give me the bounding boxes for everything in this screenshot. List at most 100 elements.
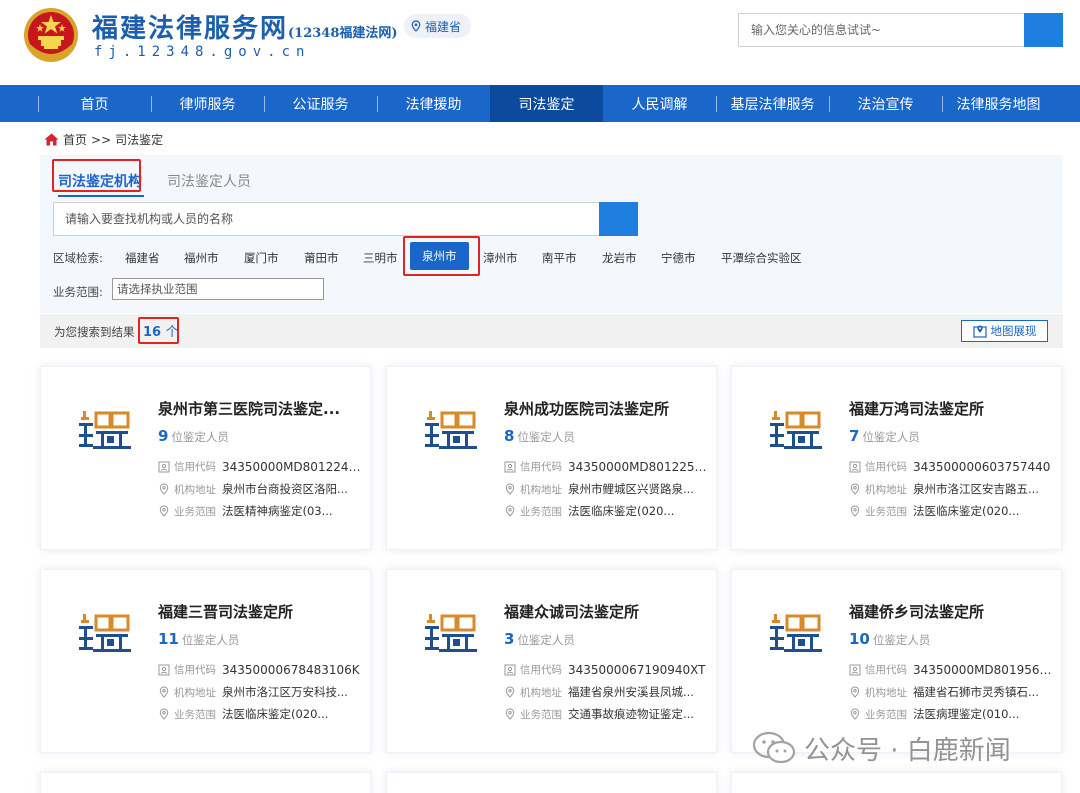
site-search-input[interactable] (739, 14, 1025, 46)
region-option-longyan[interactable]: 龙岩市 (602, 250, 637, 266)
nav-item-home[interactable]: 首页 (38, 85, 151, 122)
scope-value: 法医临床鉴定(020... (913, 504, 1020, 518)
id-card-icon (504, 461, 516, 472)
appraisal-logo-icon (79, 612, 133, 654)
address-value: 福建省石狮市灵秀镇石... (913, 685, 1039, 699)
credit-code-row: 信用代码 34350000678483106K (158, 662, 362, 677)
wechat-icon (752, 731, 796, 764)
scope-row: 业务范围 法医病理鉴定(010... (849, 706, 1053, 722)
org-search-input[interactable] (54, 203, 599, 235)
address-label: 机构地址 (520, 686, 562, 699)
region-option-fujian[interactable]: 福建省 (125, 250, 160, 266)
nav-item-mediation[interactable]: 人民调解 (603, 85, 716, 122)
institution-card-partial[interactable] (731, 772, 1062, 793)
institution-card[interactable]: 福建万鸿司法鉴定所 7 位鉴定人员 信用代码 343500000603757440… (731, 366, 1062, 550)
site-url: fj.12348.gov.cn (94, 44, 311, 60)
institution-card-partial[interactable] (40, 772, 371, 793)
scope-value: 法医临床鉴定(020... (568, 504, 675, 518)
site-title[interactable]: 福建法律服务网(12348福建法网) (92, 8, 398, 45)
credit-code-row: 信用代码 3435000067190940XT (504, 662, 708, 677)
main-nav: 首页 律师服务 公证服务 法律援助 司法鉴定 人民调解 基层法律服务 法治宣传 … (0, 85, 1080, 122)
institution-name[interactable]: 泉州市第三医院司法鉴定... (158, 398, 358, 419)
location-pin-icon (505, 505, 515, 517)
staff-count-number: 9 (158, 427, 169, 445)
scope-row: 业务范围 法医临床鉴定(020... (158, 706, 362, 722)
nav-item-judicial-appraisal[interactable]: 司法鉴定 (490, 85, 603, 122)
staff-count-number: 11 (158, 630, 179, 648)
credit-code-value: 34350000MD8012257G (568, 459, 708, 474)
result-prefix: 为您搜索到结果 (54, 325, 135, 339)
scope-row: 业务范围 法医临床鉴定(020... (849, 503, 1053, 519)
location-pin-icon (159, 483, 169, 495)
address-label: 机构地址 (520, 483, 562, 496)
nav-item-lawyer[interactable]: 律师服务 (151, 85, 264, 122)
scope-row: 业务范围 交通事故痕迹物证鉴定... (504, 706, 708, 722)
region-filter-label: 区域检索: (53, 251, 103, 265)
nav-item-legal-aid[interactable]: 法律援助 (377, 85, 490, 122)
institution-card[interactable]: 泉州市第三医院司法鉴定... 9 位鉴定人员 信用代码 34350000MD801… (40, 366, 371, 550)
institution-name[interactable]: 福建众诚司法鉴定所 (504, 601, 704, 622)
region-option-pingtan[interactable]: 平潭综合实验区 (721, 250, 802, 266)
scope-value: 法医精神病鉴定(03... (222, 504, 333, 518)
staff-count-suffix: 位鉴定人员 (872, 633, 931, 647)
map-view-label: 地图展现 (990, 324, 1037, 338)
scope-value: 法医病理鉴定(010... (913, 707, 1020, 721)
scope-label: 业务范围 (174, 708, 216, 721)
scope-select-input[interactable] (112, 278, 324, 300)
region-option-ningde[interactable]: 宁德市 (661, 250, 696, 266)
site-title-sub: (12348福建法网) (288, 26, 398, 41)
nav-item-publicity[interactable]: 法治宣传 (829, 85, 942, 122)
appraisal-logo-icon (425, 409, 479, 451)
address-row: 机构地址 泉州市洛江区万安科技... (158, 684, 362, 700)
region-option-putian[interactable]: 莆田市 (304, 250, 339, 266)
id-card-icon (849, 461, 861, 472)
region-option-sanming[interactable]: 三明市 (363, 250, 398, 266)
nav-item-grassroots-service[interactable]: 基层法律服务 (716, 85, 829, 122)
id-card-icon (158, 664, 170, 675)
org-search-button[interactable] (599, 202, 638, 236)
appraisal-logo-icon (770, 409, 824, 451)
institution-card[interactable]: 福建三晋司法鉴定所 11 位鉴定人员 信用代码 34350000678483106… (40, 569, 371, 753)
credit-code-label: 信用代码 (865, 461, 907, 473)
nav-item-notary[interactable]: 公证服务 (264, 85, 377, 122)
address-label: 机构地址 (865, 686, 907, 699)
scope-label: 业务范围 (520, 505, 562, 518)
region-option-zhangzhou[interactable]: 漳州市 (483, 250, 518, 266)
address-row: 机构地址 福建省泉州安溪县凤城... (504, 684, 708, 700)
site-header: 福建法律服务网(12348福建法网) fj.12348.gov.cn 福建省 (0, 0, 1080, 85)
region-option-fuzhou[interactable]: 福州市 (184, 250, 219, 266)
tab-appraisal-personnel[interactable]: 司法鉴定人员 (167, 171, 251, 191)
home-icon[interactable] (44, 133, 59, 146)
institution-name[interactable]: 福建三晋司法鉴定所 (158, 601, 358, 622)
address-row: 机构地址 福建省石狮市灵秀镇石... (849, 684, 1053, 700)
institution-name[interactable]: 泉州成功医院司法鉴定所 (504, 398, 704, 419)
address-row: 机构地址 泉州市洛江区安吉路五... (849, 481, 1053, 497)
tab-appraisal-institutions[interactable]: 司法鉴定机构 (58, 171, 144, 197)
national-emblem-icon[interactable] (22, 6, 80, 64)
site-search-button[interactable] (1024, 13, 1063, 47)
institution-name[interactable]: 福建侨乡司法鉴定所 (849, 601, 1049, 622)
region-selector[interactable]: 福建省 (404, 14, 472, 38)
breadcrumb: 首页 >> 司法鉴定 (44, 131, 163, 148)
staff-count: 8 位鉴定人员 (504, 427, 575, 445)
breadcrumb-separator: >> (91, 132, 112, 147)
institution-card[interactable]: 福建众诚司法鉴定所 3 位鉴定人员 信用代码 3435000067190940XT… (386, 569, 717, 753)
location-pin-icon (411, 20, 421, 32)
nav-item-service-map[interactable]: 法律服务地图 (942, 85, 1055, 122)
region-option-xiamen[interactable]: 厦门市 (244, 250, 279, 266)
staff-count-number: 8 (504, 427, 515, 445)
breadcrumb-home[interactable]: 首页 (63, 131, 87, 148)
region-option-quanzhou[interactable]: 泉州市 (410, 242, 469, 270)
institution-card-partial[interactable] (386, 772, 717, 793)
institution-card[interactable]: 泉州成功医院司法鉴定所 8 位鉴定人员 信用代码 34350000MD801225… (386, 366, 717, 550)
region-option-nanping[interactable]: 南平市 (542, 250, 577, 266)
map-view-button[interactable]: 地图展现 (961, 320, 1048, 342)
staff-count: 9 位鉴定人员 (158, 427, 229, 445)
location-pin-icon (850, 483, 860, 495)
location-pin-icon (850, 686, 860, 698)
id-card-icon (504, 664, 516, 675)
id-card-icon (849, 664, 861, 675)
location-pin-icon (505, 708, 515, 720)
institution-name[interactable]: 福建万鸿司法鉴定所 (849, 398, 1049, 419)
institution-card[interactable]: 福建侨乡司法鉴定所 10 位鉴定人员 信用代码 34350000MD8019563… (731, 569, 1062, 753)
